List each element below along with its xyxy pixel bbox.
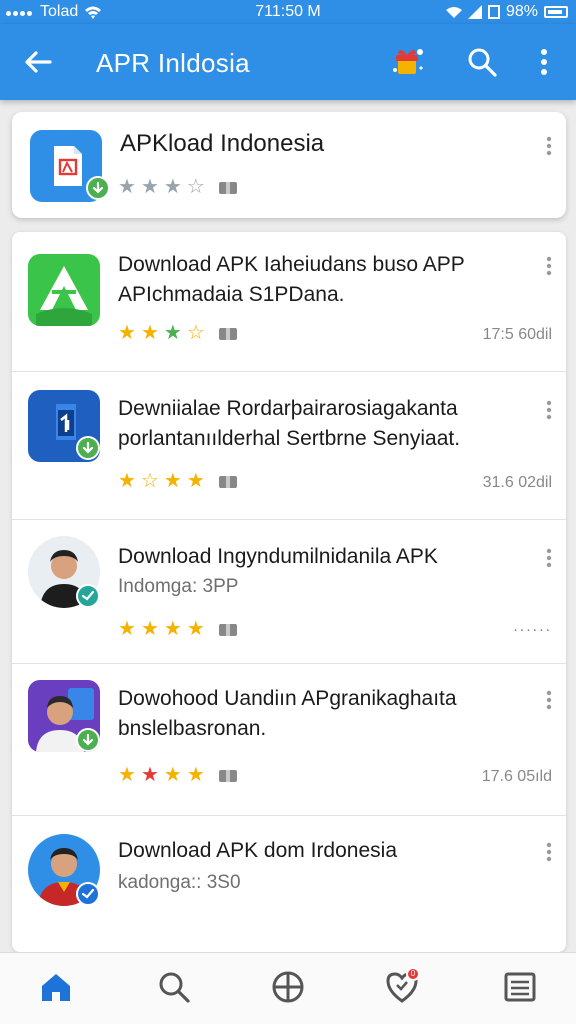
app-title: Dewniialae Rordarþairarosiagakanta porla… bbox=[118, 394, 528, 454]
list-item[interactable]: Download Ingyndumilnidanila APK Indomga:… bbox=[12, 520, 566, 664]
gift-box-icon bbox=[218, 623, 237, 636]
installed-check-icon bbox=[86, 176, 110, 200]
green-apk-logo-icon bbox=[28, 254, 100, 326]
star-icon: ★ bbox=[140, 176, 160, 198]
star-icon: ★ bbox=[118, 322, 137, 344]
app-title-line1: Download APK Iaheiudans buso APP bbox=[118, 253, 465, 276]
star-icon: ★ bbox=[163, 470, 183, 492]
more-vert-icon[interactable] bbox=[546, 690, 552, 710]
more-vert-icon[interactable] bbox=[546, 400, 552, 420]
star-icon: ★ bbox=[186, 764, 206, 786]
page-title: APR Inldosia bbox=[96, 48, 250, 78]
bottom-navigation: 0 bbox=[0, 952, 576, 1024]
app-title-line1: Dewniialae Rordarþairarosiagakanta bbox=[118, 397, 458, 420]
star-icon: ★ bbox=[118, 470, 137, 492]
more-vert-icon[interactable] bbox=[546, 548, 552, 568]
app-title-line2: APIchmadaia S1PDana. bbox=[118, 283, 345, 306]
gift-sparkle-icon[interactable] bbox=[390, 44, 426, 80]
signal-icon bbox=[467, 5, 482, 19]
more-vert-icon[interactable] bbox=[546, 136, 552, 156]
status-bar: Tolad 711:50 M 98% bbox=[0, 0, 576, 24]
star-icon: ★ bbox=[118, 176, 137, 198]
star-icon: ★ bbox=[186, 470, 206, 492]
star-icon: ★ bbox=[163, 764, 183, 786]
featured-app-card[interactable]: APKload Indonesia ★ ★ ★ ☆ bbox=[12, 112, 566, 218]
app-title-line2: bnslelbasronan. bbox=[118, 717, 267, 740]
installed-check-icon bbox=[76, 436, 100, 460]
more-vert-icon[interactable] bbox=[546, 256, 552, 276]
app-rating: ★ ★ ★ ☆ bbox=[118, 320, 238, 345]
verified-badge-icon bbox=[76, 584, 100, 608]
app-title: Dowohood Uandiın APgranikaghaıta bnslelb… bbox=[118, 684, 528, 744]
gift-box-icon bbox=[218, 769, 237, 782]
gift-box-icon bbox=[218, 327, 237, 340]
installed-check-icon bbox=[76, 728, 100, 752]
app-rating: ★ ★ ★ ★ bbox=[118, 616, 238, 641]
battery-percent: 98% bbox=[505, 3, 538, 20]
star-icon: ★ bbox=[118, 764, 137, 786]
list-item[interactable]: Dowohood Uandiın APgranikaghaıta bnslelb… bbox=[12, 664, 566, 816]
app-title: Download Ingyndumilnidanila APK bbox=[118, 545, 438, 568]
featured-app-name: APKload Indonesia bbox=[120, 130, 325, 157]
notification-badge: 0 bbox=[406, 967, 420, 981]
star-half-icon: ☆ bbox=[186, 322, 206, 344]
star-half-icon: ☆ bbox=[140, 470, 160, 492]
app-title-line1: Dowohood Uandiın APgranikaghaıta bbox=[118, 687, 457, 710]
featured-rating: ★ ★ ★ ☆ bbox=[118, 174, 238, 199]
star-icon: ★ bbox=[163, 322, 183, 344]
search-icon[interactable] bbox=[156, 969, 192, 1005]
star-icon: ★ bbox=[186, 618, 206, 640]
more-vert-icon[interactable] bbox=[530, 46, 558, 78]
star-icon: ★ bbox=[140, 618, 160, 640]
star-icon: ★ bbox=[118, 618, 137, 640]
app-subtitle: kadonga:: 3S0 bbox=[118, 872, 241, 893]
app-meta: 17:5 60dil bbox=[482, 326, 552, 343]
nfc-icon bbox=[487, 5, 500, 19]
wifi-small-icon bbox=[445, 7, 462, 18]
more-vert-icon[interactable] bbox=[546, 842, 552, 862]
home-icon[interactable] bbox=[38, 969, 74, 1005]
app-meta: 17.6 05ıld bbox=[481, 768, 552, 785]
gift-box-icon bbox=[218, 475, 237, 488]
app-title: Download APK Iaheiudans buso APP APIchma… bbox=[118, 250, 528, 310]
verified-badge-icon bbox=[76, 882, 100, 906]
app-meta: ...... bbox=[513, 618, 552, 635]
app-subtitle: Indomga: 3PP bbox=[118, 576, 239, 597]
star-icon: ★ bbox=[140, 322, 160, 344]
app-rating: ★ ☆ ★ ★ bbox=[118, 468, 238, 493]
app-list: Download APK Iaheiudans buso APP APIchma… bbox=[12, 232, 566, 952]
list-icon[interactable] bbox=[502, 969, 538, 1005]
battery-icon bbox=[544, 6, 568, 18]
notification-count: 0 bbox=[410, 969, 416, 978]
star-icon: ★ bbox=[163, 618, 183, 640]
app-bar: APR Inldosia bbox=[0, 24, 576, 100]
app-meta: 31.6 02dil bbox=[482, 474, 552, 491]
list-item[interactable]: Download APK dom Irdonesia kadonga:: 3S0 bbox=[12, 816, 566, 952]
app-rating: ★ ★ ★ ★ bbox=[118, 762, 238, 787]
star-icon: ★ bbox=[163, 176, 183, 198]
arrow-left-icon[interactable] bbox=[22, 46, 54, 78]
search-icon[interactable] bbox=[466, 46, 498, 78]
app-title: Download APK dom Irdonesia bbox=[118, 839, 397, 862]
gift-box-icon bbox=[218, 181, 237, 194]
list-item[interactable]: Dewniialae Rordarþairarosiagakanta porla… bbox=[12, 372, 566, 520]
app-title-line2: porlantanıılderhal Sertbrne Senyiaat. bbox=[118, 427, 461, 450]
crosshair-icon[interactable] bbox=[270, 969, 306, 1005]
status-right: 98% bbox=[445, 3, 568, 21]
star-half-icon: ☆ bbox=[186, 176, 206, 198]
list-item[interactable]: Download APK Iaheiudans buso APP APIchma… bbox=[12, 232, 566, 372]
star-icon: ★ bbox=[140, 764, 160, 786]
